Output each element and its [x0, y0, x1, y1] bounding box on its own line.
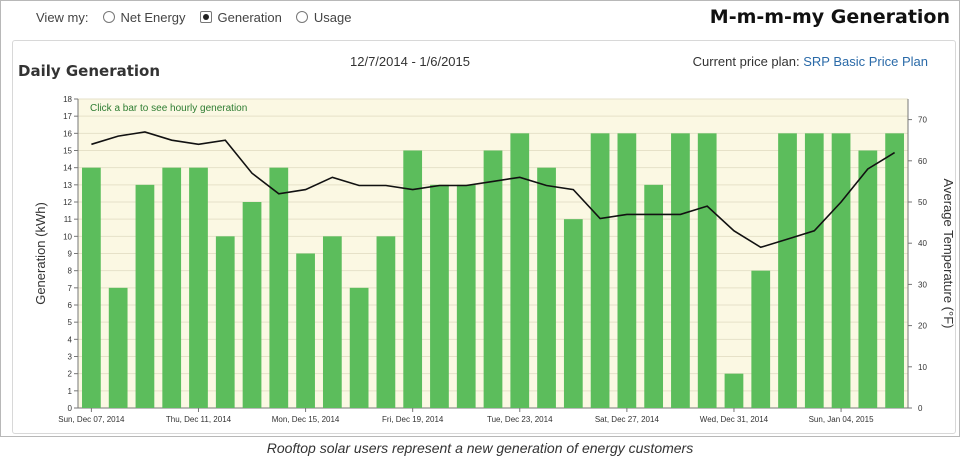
y-tick-label: 6	[68, 301, 73, 310]
y2-tick-label: 40	[918, 239, 927, 248]
generation-bar[interactable]	[108, 287, 128, 408]
y2-axis-label: Average Temperature (°F)	[941, 179, 956, 329]
y-axis-label: Generation (kWh)	[33, 202, 48, 305]
y-tick-label: 8	[68, 267, 73, 276]
y2-tick-label: 30	[918, 280, 927, 289]
generation-bar[interactable]	[189, 167, 208, 408]
y-tick-label: 4	[68, 335, 73, 344]
generation-bar[interactable]	[296, 253, 315, 409]
x-tick-label: Sat, Dec 27, 2014	[595, 415, 660, 424]
generation-bar[interactable]	[831, 133, 851, 409]
generation-bar[interactable]	[644, 184, 664, 408]
generation-bar[interactable]	[322, 236, 342, 408]
y-tick-label: 18	[63, 95, 72, 104]
generation-bar[interactable]	[804, 133, 824, 409]
generation-bar[interactable]	[456, 184, 476, 408]
generation-bar[interactable]	[349, 287, 369, 408]
generation-bar[interactable]	[430, 184, 449, 408]
y-tick-label: 0	[68, 404, 73, 413]
y2-tick-label: 0	[918, 404, 923, 413]
y-tick-label: 14	[63, 164, 72, 173]
daily-generation-chart: 0123456789101112131415161718010203040506…	[33, 95, 956, 424]
y-tick-label: 1	[68, 387, 73, 396]
generation-bar[interactable]	[858, 150, 878, 409]
generation-bar[interactable]	[215, 236, 235, 408]
x-tick-label: Wed, Dec 31, 2014	[700, 415, 769, 424]
y-tick-label: 17	[63, 112, 72, 121]
y-tick-label: 5	[68, 318, 73, 327]
generation-bar[interactable]	[135, 184, 155, 408]
y2-tick-label: 50	[918, 198, 927, 207]
y-tick-label: 7	[68, 284, 73, 293]
generation-bar[interactable]	[590, 133, 610, 409]
y-tick-label: 12	[63, 198, 72, 207]
generation-bar[interactable]	[376, 236, 396, 408]
generation-bar[interactable]	[162, 167, 182, 408]
generation-bar[interactable]	[483, 150, 503, 409]
generation-bar[interactable]	[510, 133, 530, 409]
generation-bar[interactable]	[751, 270, 771, 408]
y-tick-label: 2	[68, 370, 73, 379]
generation-bar[interactable]	[269, 167, 289, 408]
y2-tick-label: 70	[918, 116, 927, 125]
y-tick-label: 9	[68, 250, 73, 259]
x-tick-label: Sun, Dec 07, 2014	[58, 415, 125, 424]
x-tick-label: Fri, Dec 19, 2014	[382, 415, 444, 424]
generation-bar[interactable]	[724, 373, 744, 408]
y-tick-label: 13	[63, 181, 72, 190]
generation-bar[interactable]	[242, 202, 262, 408]
x-tick-label: Tue, Dec 23, 2014	[487, 415, 553, 424]
generation-bar[interactable]	[563, 219, 583, 408]
x-tick-label: Thu, Dec 11, 2014	[166, 415, 232, 424]
y2-tick-label: 10	[918, 363, 927, 372]
y-tick-label: 16	[63, 129, 72, 138]
generation-bar[interactable]	[82, 167, 101, 408]
x-tick-label: Sun, Jan 04, 2015	[809, 415, 874, 424]
generation-bar[interactable]	[885, 133, 904, 409]
y2-tick-label: 20	[918, 322, 927, 331]
y-tick-label: 15	[63, 147, 72, 156]
generation-bar[interactable]	[697, 133, 717, 409]
y-tick-label: 10	[63, 232, 72, 241]
y-tick-label: 3	[68, 353, 73, 362]
generation-bar[interactable]	[617, 133, 637, 409]
generation-bar[interactable]	[671, 133, 690, 409]
chart-hint: Click a bar to see hourly generation	[90, 103, 247, 114]
x-tick-label: Mon, Dec 15, 2014	[272, 415, 340, 424]
y2-tick-label: 60	[918, 157, 927, 166]
generation-bar[interactable]	[537, 167, 556, 408]
generation-bar[interactable]	[778, 133, 797, 409]
caption: Rooftop solar users represent a new gene…	[266, 440, 694, 456]
y-tick-label: 11	[64, 215, 73, 224]
